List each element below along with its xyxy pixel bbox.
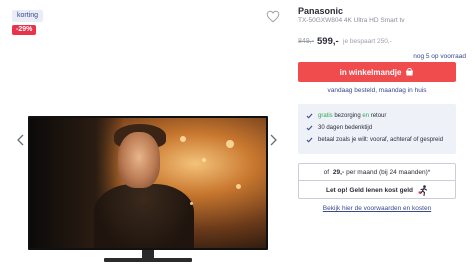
current-price: 599,- bbox=[317, 36, 339, 47]
credit-monthly[interactable]: of 29,- per maand (bij 24 maanden)* bbox=[299, 164, 455, 181]
check-icon bbox=[306, 125, 313, 131]
tv-stand bbox=[104, 250, 192, 264]
usp-list: gratis bezorging en retour 30 dagen bede… bbox=[298, 104, 456, 154]
usp-item: betaal zoals je wilt: vooraf, achteraf o… bbox=[306, 134, 448, 146]
chevron-left-icon[interactable] bbox=[16, 134, 26, 146]
credit-box: of 29,- per maand (bij 24 maanden)* Let o… bbox=[298, 163, 456, 199]
product-gallery: korting -29% bbox=[0, 0, 290, 269]
product-brand: Panasonic bbox=[298, 6, 344, 16]
shopping-bag-icon bbox=[406, 68, 414, 76]
old-price: 849,- bbox=[298, 38, 314, 45]
usp-item: 30 dagen bedenktijd bbox=[306, 122, 448, 134]
running-man-icon bbox=[418, 184, 428, 196]
saving-text: je bespaart 250,- bbox=[343, 38, 392, 45]
tv-screen bbox=[30, 118, 266, 248]
terms-link[interactable]: Bekijk hier de voorwaarden en kosten bbox=[298, 205, 456, 212]
tv-frame bbox=[28, 116, 268, 250]
product-panel: Panasonic TX-50GXW804 4K Ultra HD Smart … bbox=[298, 0, 466, 269]
add-to-cart-label: in winkelmandje bbox=[339, 67, 402, 77]
usp-item: gratis bezorging en retour bbox=[306, 110, 448, 122]
check-icon bbox=[306, 113, 313, 119]
credit-warning: Let op! Geld lenen kost geld bbox=[299, 182, 455, 198]
check-icon bbox=[306, 137, 313, 143]
discount-label-badge: korting bbox=[12, 10, 44, 22]
add-to-cart-button[interactable]: in winkelmandje bbox=[298, 62, 456, 82]
product-image[interactable] bbox=[28, 116, 268, 265]
stock-status: nog 5 op voorraad bbox=[413, 53, 466, 60]
delivery-info: vandaag besteld, maandag in huis bbox=[327, 87, 427, 94]
chevron-right-icon[interactable] bbox=[268, 134, 278, 146]
product-title: TX-50GXW804 4K Ultra HD Smart tv bbox=[298, 17, 405, 24]
discount-percent-badge: -29% bbox=[12, 25, 37, 35]
heart-icon[interactable] bbox=[266, 10, 280, 23]
